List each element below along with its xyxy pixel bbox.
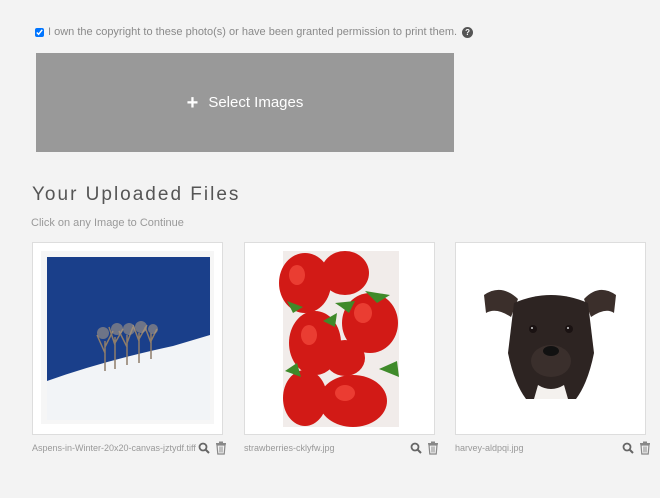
- aspens-thumbnail: [41, 251, 214, 424]
- file-name: harvey-aldpqi.jpg: [455, 443, 524, 453]
- plus-icon: +: [186, 91, 199, 114]
- magnify-icon[interactable]: [198, 441, 210, 455]
- magnify-icon[interactable]: [410, 441, 422, 455]
- help-icon[interactable]: ?: [462, 26, 474, 38]
- file-name: strawberries-cklyfw.jpg: [244, 443, 335, 453]
- strawberries-thumbnail: [279, 251, 399, 427]
- trash-icon[interactable]: [639, 441, 651, 455]
- select-images-button[interactable]: + Select Images: [36, 53, 454, 152]
- copyright-checkbox[interactable]: [35, 27, 44, 37]
- magnify-icon[interactable]: [622, 441, 634, 455]
- select-images-label: Select Images: [208, 94, 304, 111]
- uploads-hint: Click on any Image to Continue: [31, 217, 184, 229]
- copyright-label: I own the copyright to these photo(s) or…: [48, 26, 458, 38]
- trash-icon[interactable]: [215, 441, 227, 455]
- uploaded-file-card[interactable]: [244, 242, 435, 435]
- file-name: Aspens-in-Winter-20x20-canvas-jztydf.tif…: [32, 443, 196, 453]
- copyright-consent: I own the copyright to these photo(s) or…: [35, 26, 474, 38]
- uploaded-files-heading: Your Uploaded Files: [32, 184, 241, 205]
- trash-icon[interactable]: [427, 441, 439, 455]
- uploaded-file-card[interactable]: [32, 242, 223, 435]
- uploaded-file-card[interactable]: [455, 242, 646, 435]
- dog-thumbnail: [464, 281, 639, 399]
